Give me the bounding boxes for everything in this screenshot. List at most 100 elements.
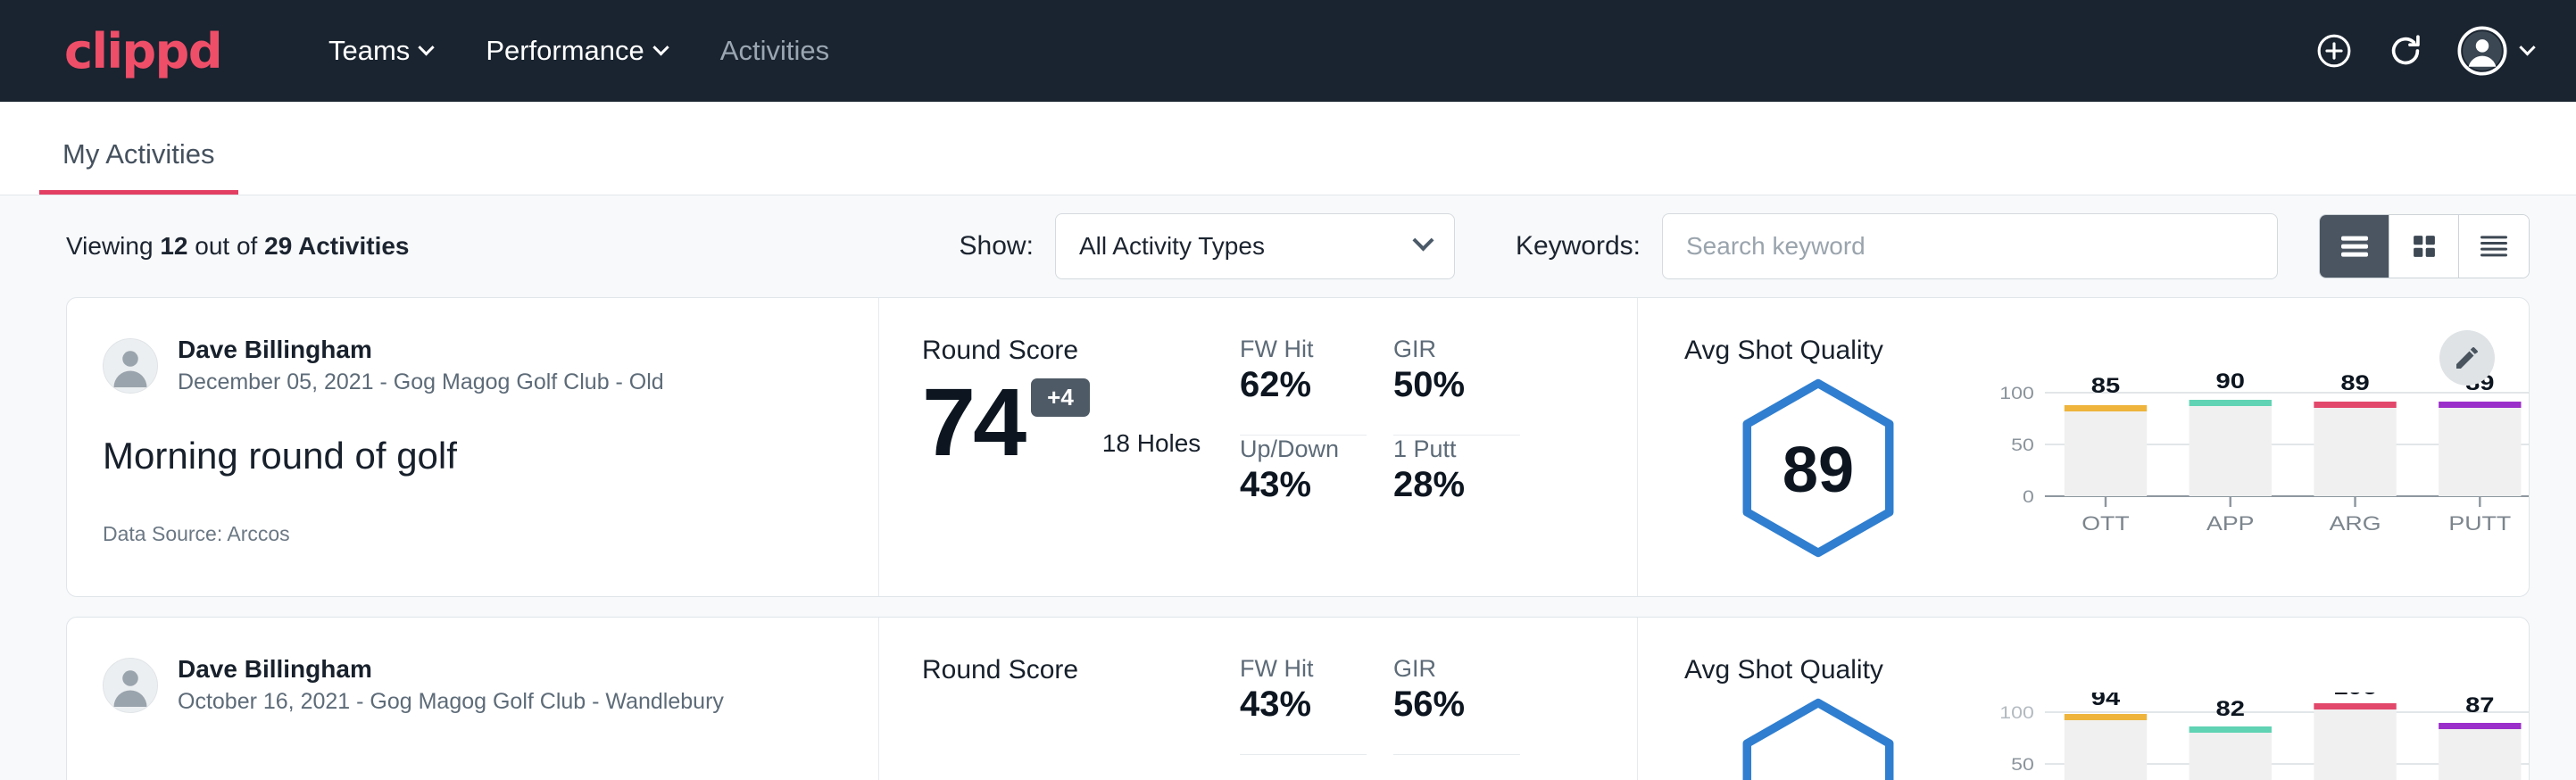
- edit-activity-button[interactable]: [2439, 330, 2495, 386]
- nav-item-performance[interactable]: Performance: [459, 26, 693, 76]
- bar-body-arg: [2314, 405, 2396, 496]
- activity-card[interactable]: Dave Billingham December 05, 2021 - Gog …: [66, 297, 2530, 597]
- bar-label-putt: 87: [2465, 693, 2494, 717]
- stat-key: GIR: [1393, 655, 1520, 683]
- keywords-label: Keywords:: [1516, 231, 1641, 261]
- stat-key: FW Hit: [1240, 655, 1367, 683]
- nav-item-teams[interactable]: Teams: [302, 26, 459, 76]
- stat-value: 28%: [1393, 465, 1520, 505]
- refresh-icon[interactable]: [2386, 31, 2425, 71]
- round-score-column: Round Score: [879, 618, 1236, 780]
- y-tick-50: 50: [2011, 436, 2034, 455]
- y-tick-100: 100: [1999, 385, 2033, 403]
- bar-body-putt: [2439, 405, 2521, 496]
- search-input-wrapper[interactable]: [1662, 213, 2278, 279]
- nav-item-teams-label: Teams: [328, 35, 410, 67]
- avatar-icon: [104, 658, 157, 712]
- bar-cap-ott: [2065, 714, 2147, 720]
- add-circle-icon[interactable]: [2314, 31, 2354, 71]
- shot-quality-bar-chart: 100 50 0 94 OTT 82 APP: [1952, 693, 2529, 780]
- chevron-down-icon: [652, 39, 669, 55]
- activity-stats-grid: FW Hit 43% GIR 56%: [1236, 618, 1638, 780]
- bar-category-arg: ARG: [2330, 513, 2381, 535]
- nav-item-activities-label: Activities: [720, 35, 829, 67]
- viewing-mid: out of: [195, 232, 257, 260]
- avatar-icon: [104, 338, 157, 393]
- player-name: Dave Billingham: [178, 655, 724, 684]
- stat-fw-hit: FW Hit 43%: [1240, 655, 1367, 755]
- stat-value: 62%: [1240, 365, 1367, 405]
- nav-actions: [2314, 26, 2533, 76]
- stat-key: 1 Putt: [1393, 436, 1520, 463]
- viewing-prefix: Viewing: [66, 232, 154, 260]
- pencil-icon: [2453, 344, 2481, 372]
- compact-view-button[interactable]: [2459, 215, 2529, 278]
- activity-card[interactable]: Dave Billingham October 16, 2021 - Gog M…: [66, 617, 2530, 780]
- bar-label-arg: 89: [2340, 373, 2369, 394]
- activity-type-select[interactable]: All Activity Types: [1055, 213, 1455, 279]
- bar-label-app: 82: [2216, 696, 2245, 720]
- stat-key: FW Hit: [1240, 336, 1367, 363]
- y-tick-100: 100: [1999, 704, 2033, 723]
- bar-label-app: 90: [2216, 373, 2245, 393]
- round-score-column: Round Score 74 +4 18 Holes: [879, 298, 1236, 596]
- grid-view-button[interactable]: [2389, 215, 2459, 278]
- filter-bar: Viewing 12 out of 29 Activities Show: Al…: [0, 195, 2576, 297]
- primary-nav: Teams Performance Activities: [302, 26, 856, 76]
- viewing-count-text: Viewing 12 out of 29 Activities: [66, 232, 410, 261]
- view-toggle-group: [2319, 214, 2530, 278]
- search-input[interactable]: [1686, 232, 2254, 261]
- bar-body-app: [2190, 730, 2272, 780]
- round-score-label: Round Score: [922, 655, 1236, 685]
- activity-person-text: Dave Billingham October 16, 2021 - Gog M…: [178, 655, 724, 715]
- bar-body-ott: [2065, 718, 2147, 780]
- bar-body-ott: [2065, 409, 2147, 496]
- avg-shot-quality-label: Avg Shot Quality: [1684, 336, 2529, 366]
- activity-person-header: Dave Billingham December 05, 2021 - Gog …: [103, 336, 843, 395]
- stat-key: Up/Down: [1240, 436, 1367, 463]
- bar-cap-arg: [2314, 402, 2396, 408]
- activity-card-list: Dave Billingham December 05, 2021 - Gog …: [0, 297, 2576, 780]
- activity-stats-grid: FW Hit 62% GIR 50% Up/Down 43% 1 Putt 28…: [1236, 298, 1638, 596]
- y-tick-0: 0: [2023, 488, 2034, 507]
- filter-controls: Show: All Activity Types Keywords:: [960, 213, 2530, 279]
- nav-item-performance-label: Performance: [486, 35, 644, 67]
- clippd-logo[interactable]: clippd: [64, 23, 221, 79]
- chevron-down-icon: [2519, 39, 2535, 55]
- stat-value: 43%: [1240, 685, 1367, 725]
- bar-body-arg: [2314, 707, 2396, 780]
- avg-shot-quality-body: 100 50 0 94 OTT 82 APP: [1684, 693, 2529, 780]
- activity-person-header: Dave Billingham October 16, 2021 - Gog M…: [103, 655, 843, 715]
- stat-1-putt: [1393, 755, 1520, 780]
- player-avatar: [103, 338, 158, 394]
- stat-1-putt: 1 Putt 28%: [1393, 436, 1520, 535]
- tab-my-activities[interactable]: My Activities: [39, 138, 238, 195]
- hexagon-score-value: 89: [1782, 435, 1854, 506]
- stat-value: 50%: [1393, 365, 1520, 405]
- round-score-value: 74: [922, 371, 1024, 472]
- round-score-label: Round Score: [922, 336, 1236, 366]
- hexagon-score-icon: 89: [1733, 377, 1903, 560]
- viewing-total: 29 Activities: [264, 232, 409, 260]
- hexagon-score-icon: [1733, 696, 1903, 780]
- y-tick-50: 50: [2011, 756, 2034, 775]
- bar-cap-app: [2190, 400, 2272, 406]
- bar-chart-svg: 100 50 0 94 OTT 82 APP: [1965, 693, 2529, 780]
- player-avatar: [103, 658, 158, 713]
- avg-shot-quality-label: Avg Shot Quality: [1684, 655, 2529, 685]
- list-view-button[interactable]: [2320, 215, 2389, 278]
- bar-category-putt: PUTT: [2448, 513, 2511, 535]
- shot-quality-bar-chart: 100 50 0 85 OTT 90: [1952, 373, 2529, 556]
- bar-category-app: APP: [2206, 513, 2254, 535]
- account-avatar[interactable]: [2457, 26, 2533, 76]
- activity-person-text: Dave Billingham December 05, 2021 - Gog …: [178, 336, 664, 395]
- activity-person-column: Dave Billingham December 05, 2021 - Gog …: [67, 298, 879, 596]
- avg-shot-quality-column: Avg Shot Quality 89: [1638, 298, 2529, 596]
- stat-gir: GIR 56%: [1393, 655, 1520, 755]
- activity-type-select-value: All Activity Types: [1079, 232, 1265, 261]
- nav-item-activities[interactable]: Activities: [694, 26, 856, 76]
- chevron-down-icon: [1412, 229, 1433, 251]
- bar-body-app: [2190, 403, 2272, 496]
- activity-person-column: Dave Billingham October 16, 2021 - Gog M…: [67, 618, 879, 780]
- round-score-value-row: 74 +4 18 Holes: [922, 371, 1236, 472]
